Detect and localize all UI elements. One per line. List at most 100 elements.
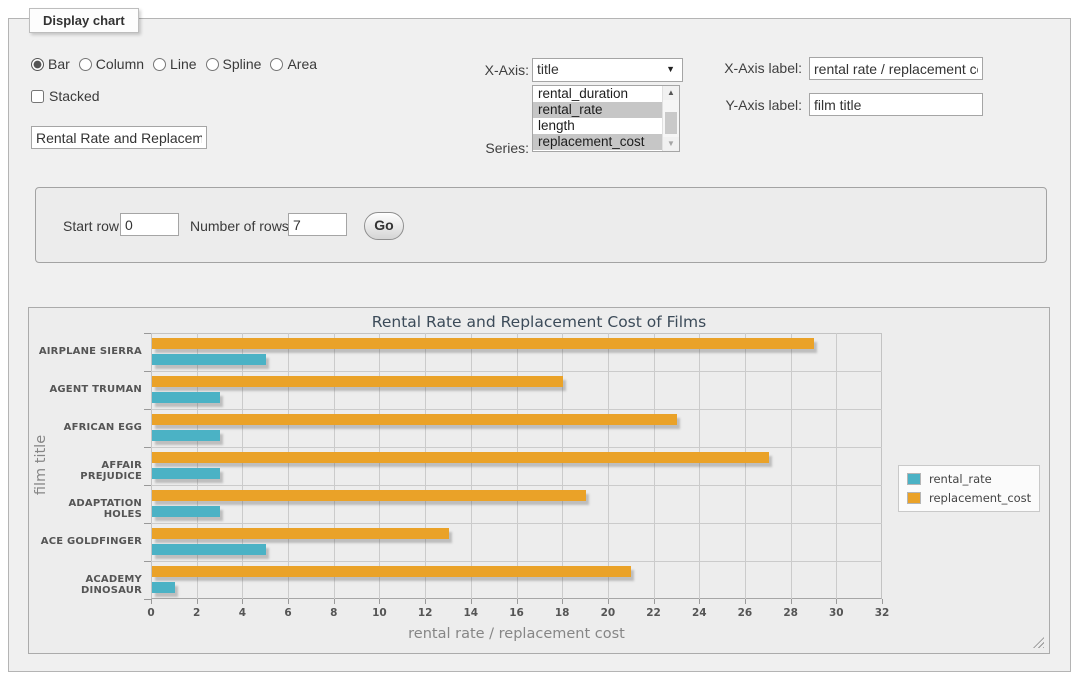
start-row-caption: Start row: — [63, 218, 123, 234]
y-axis-label-input[interactable] — [809, 93, 983, 116]
bar-replacement_cost — [152, 376, 563, 387]
y-axis-tick-mark — [144, 371, 151, 372]
stacked-checkbox[interactable] — [31, 90, 44, 103]
gridline-vertical — [242, 333, 243, 599]
legend-label: replacement_cost — [929, 491, 1031, 505]
legend-item: replacement_cost — [907, 491, 1031, 505]
y-axis-tick-mark — [144, 561, 151, 562]
chart-type-option-spline[interactable]: Spline — [206, 56, 262, 72]
x-axis-tick-mark — [425, 599, 426, 604]
x-axis-tick-mark — [608, 599, 609, 604]
chart-container: Rental Rate and Replacement Cost of Film… — [28, 307, 1050, 654]
series-option-replacement_cost[interactable]: replacement_cost — [533, 134, 679, 150]
chart-type-option-bar[interactable]: Bar — [31, 56, 70, 72]
x-axis-tick-label: 12 — [410, 607, 440, 619]
chart-type-option-line[interactable]: Line — [153, 56, 196, 72]
x-axis-tick-mark — [791, 599, 792, 604]
gridline-horizontal — [151, 371, 882, 372]
x-axis-tick-label: 18 — [547, 607, 577, 619]
chart-title: Rental Rate and Replacement Cost of Film… — [29, 313, 1049, 331]
bar-replacement_cost — [152, 490, 586, 501]
gridline-vertical — [562, 333, 563, 599]
chart-type-option-area[interactable]: Area — [270, 56, 317, 72]
x-axis-tick-label: 6 — [273, 607, 303, 619]
x-axis-tick-mark — [699, 599, 700, 604]
y-axis-category-label: ACE GOLDFINGER — [37, 536, 142, 547]
stacked-checkbox-row[interactable]: Stacked — [31, 88, 100, 104]
y-axis-tick-mark — [144, 447, 151, 448]
x-axis-tick-label: 20 — [593, 607, 623, 619]
chart-type-radio-bar[interactable] — [31, 58, 44, 71]
x-axis-tick-mark — [836, 599, 837, 604]
bar-rental_rate — [152, 468, 220, 479]
y-axis-tick-mark — [144, 523, 151, 524]
y-axis-category-label: AFRICAN EGG — [37, 422, 142, 433]
bar-replacement_cost — [152, 414, 677, 425]
gridline-vertical — [791, 333, 792, 599]
gridline-vertical — [745, 333, 746, 599]
chart-type-label: Column — [96, 56, 144, 72]
series-option-rental_rate[interactable]: rental_rate — [533, 102, 679, 118]
x-axis-tick-label: 26 — [730, 607, 760, 619]
x-axis-tick-label: 2 — [182, 607, 212, 619]
x-axis-caption: X-Axis: — [439, 62, 529, 78]
x-axis-label-caption: X-Axis label: — [697, 60, 802, 76]
gridline-vertical — [425, 333, 426, 599]
app-page: Display chart Bar Column Line Spline Area St… — [0, 0, 1081, 681]
y-axis-category-label: ACADEMY DINOSAUR — [37, 574, 142, 596]
x-axis-tick-mark — [379, 599, 380, 604]
chart-type-radio-column[interactable] — [79, 58, 92, 71]
resize-handle-icon[interactable] — [1033, 637, 1044, 648]
x-axis-title: rental rate / replacement cost — [151, 626, 882, 642]
series-options: rental_durationrental_ratelengthreplacem… — [533, 86, 679, 150]
chart-type-label: Bar — [48, 56, 70, 72]
x-axis-tick-mark — [517, 599, 518, 604]
scrollbar-thumb[interactable] — [665, 112, 677, 134]
fieldset-legend: Display chart — [29, 8, 139, 33]
gridline-horizontal — [151, 561, 882, 562]
go-button[interactable]: Go — [364, 212, 404, 240]
chart-type-radio-spline[interactable] — [206, 58, 219, 71]
x-axis-tick-mark — [654, 599, 655, 604]
gridline-horizontal — [151, 523, 882, 524]
chart-title-input[interactable] — [31, 126, 207, 149]
rows-panel: Start row: Number of rows: Go — [35, 187, 1047, 263]
x-axis-label-input[interactable] — [809, 57, 983, 80]
x-axis-tick-label: 22 — [639, 607, 669, 619]
stacked-label: Stacked — [49, 88, 100, 104]
y-axis-category-label: AFFAIR PREJUDICE — [37, 460, 142, 482]
chart-type-radio-line[interactable] — [153, 58, 166, 71]
series-multiselect[interactable]: rental_durationrental_ratelengthreplacem… — [532, 85, 680, 152]
x-axis-tick-label: 4 — [227, 607, 257, 619]
chart-type-radio-area[interactable] — [270, 58, 283, 71]
gridline-vertical — [379, 333, 380, 599]
x-axis-tick-label: 0 — [136, 607, 166, 619]
bar-rental_rate — [152, 582, 175, 593]
scrollbar-down-icon[interactable]: ▼ — [663, 137, 679, 151]
gridline-vertical — [197, 333, 198, 599]
chart-type-label: Line — [170, 56, 196, 72]
y-axis-category-label: ADAPTATION HOLES — [37, 498, 142, 520]
legend-swatch — [907, 492, 921, 504]
gridline-vertical — [517, 333, 518, 599]
x-axis-select[interactable]: title ▼ — [532, 58, 683, 82]
start-row-input[interactable] — [120, 213, 179, 236]
number-of-rows-input[interactable] — [288, 213, 347, 236]
legend-item: rental_rate — [907, 472, 1031, 486]
series-option-length[interactable]: length — [533, 118, 679, 134]
x-axis-tick-mark — [151, 599, 152, 604]
chart-type-option-column[interactable]: Column — [79, 56, 144, 72]
x-axis-tick-label: 14 — [456, 607, 486, 619]
scrollbar-up-icon[interactable]: ▲ — [663, 86, 679, 100]
y-axis-title: film title — [33, 400, 49, 530]
x-axis-tick-label: 10 — [364, 607, 394, 619]
x-axis-tick-label: 28 — [776, 607, 806, 619]
gridline-horizontal — [151, 409, 882, 410]
bar-rental_rate — [152, 430, 220, 441]
x-axis-tick-label: 30 — [821, 607, 851, 619]
x-axis-selected-value: title — [537, 61, 559, 77]
series-option-rental_duration[interactable]: rental_duration — [533, 86, 679, 102]
x-axis-tick-mark — [242, 599, 243, 604]
gridline-vertical — [654, 333, 655, 599]
series-scrollbar[interactable]: ▲ ▼ — [662, 86, 679, 151]
